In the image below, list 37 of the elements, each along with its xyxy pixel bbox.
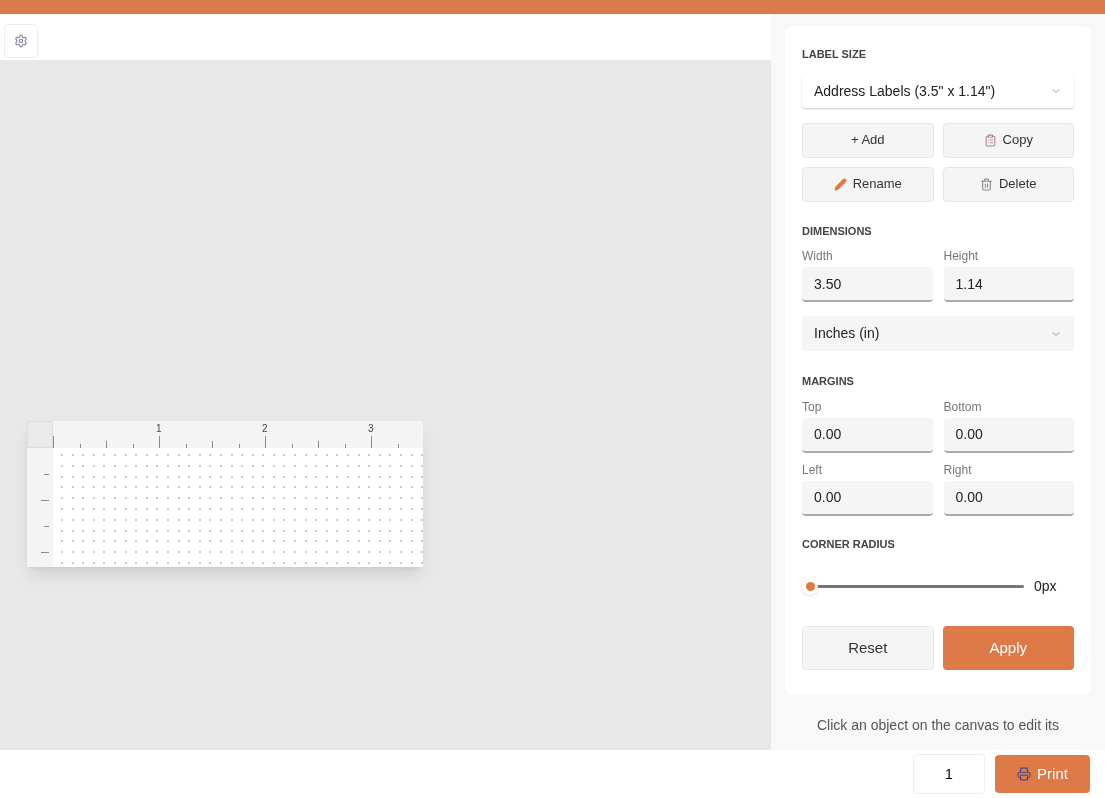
settings-button[interactable] bbox=[4, 24, 38, 58]
input-field[interactable]: 0.00 bbox=[943, 480, 1074, 516]
section-heading: DIMENSIONS bbox=[802, 223, 873, 239]
ruler-number: 2 bbox=[262, 424, 268, 434]
section-heading: MARGINS bbox=[802, 374, 855, 389]
input-field[interactable]: 0.00 bbox=[802, 480, 933, 516]
section-heading: LABEL SIZE bbox=[802, 47, 867, 62]
input-field[interactable]: 3.50 bbox=[802, 267, 933, 302]
ruler-number: 1 bbox=[156, 424, 162, 434]
input-field[interactable]: 1.14 bbox=[943, 267, 1074, 302]
field-label: Bottom bbox=[943, 398, 983, 416]
section-heading: CORNER RADIUS bbox=[802, 536, 896, 552]
slider-thumb[interactable] bbox=[802, 578, 818, 595]
reset-button[interactable]: Reset bbox=[802, 626, 934, 670]
field-label: Right bbox=[943, 461, 973, 479]
settings-icon bbox=[14, 34, 28, 48]
ruler-number: 3 bbox=[368, 424, 374, 434]
pencil-icon bbox=[833, 177, 847, 191]
field-label: Left bbox=[802, 461, 823, 479]
copies-input[interactable]: 1 bbox=[913, 754, 985, 794]
rename-button[interactable]: Rename bbox=[802, 166, 934, 202]
printer-icon bbox=[1017, 767, 1032, 781]
slider-value: 0px bbox=[1034, 577, 1057, 596]
slider[interactable] bbox=[802, 578, 1024, 595]
clipboard-icon bbox=[983, 133, 997, 147]
input-field[interactable]: 0.00 bbox=[943, 417, 1074, 453]
copy-button[interactable]: Copy bbox=[942, 122, 1074, 158]
add-button[interactable]: + Add bbox=[802, 122, 934, 158]
field-label: Width bbox=[802, 248, 834, 265]
field-label: Height bbox=[943, 248, 980, 265]
label-size-select[interactable]: Address Labels (3.5" x 1.14") bbox=[802, 74, 1074, 108]
help-text: Click an object on the canvas to edit its bbox=[817, 716, 1059, 735]
trash-icon bbox=[979, 177, 993, 191]
field-label: Top bbox=[802, 398, 823, 416]
input-field[interactable]: 0.00 bbox=[802, 417, 933, 453]
unit-select[interactable]: Inches (in) bbox=[802, 316, 1074, 351]
delete-button[interactable]: Delete bbox=[942, 166, 1074, 202]
